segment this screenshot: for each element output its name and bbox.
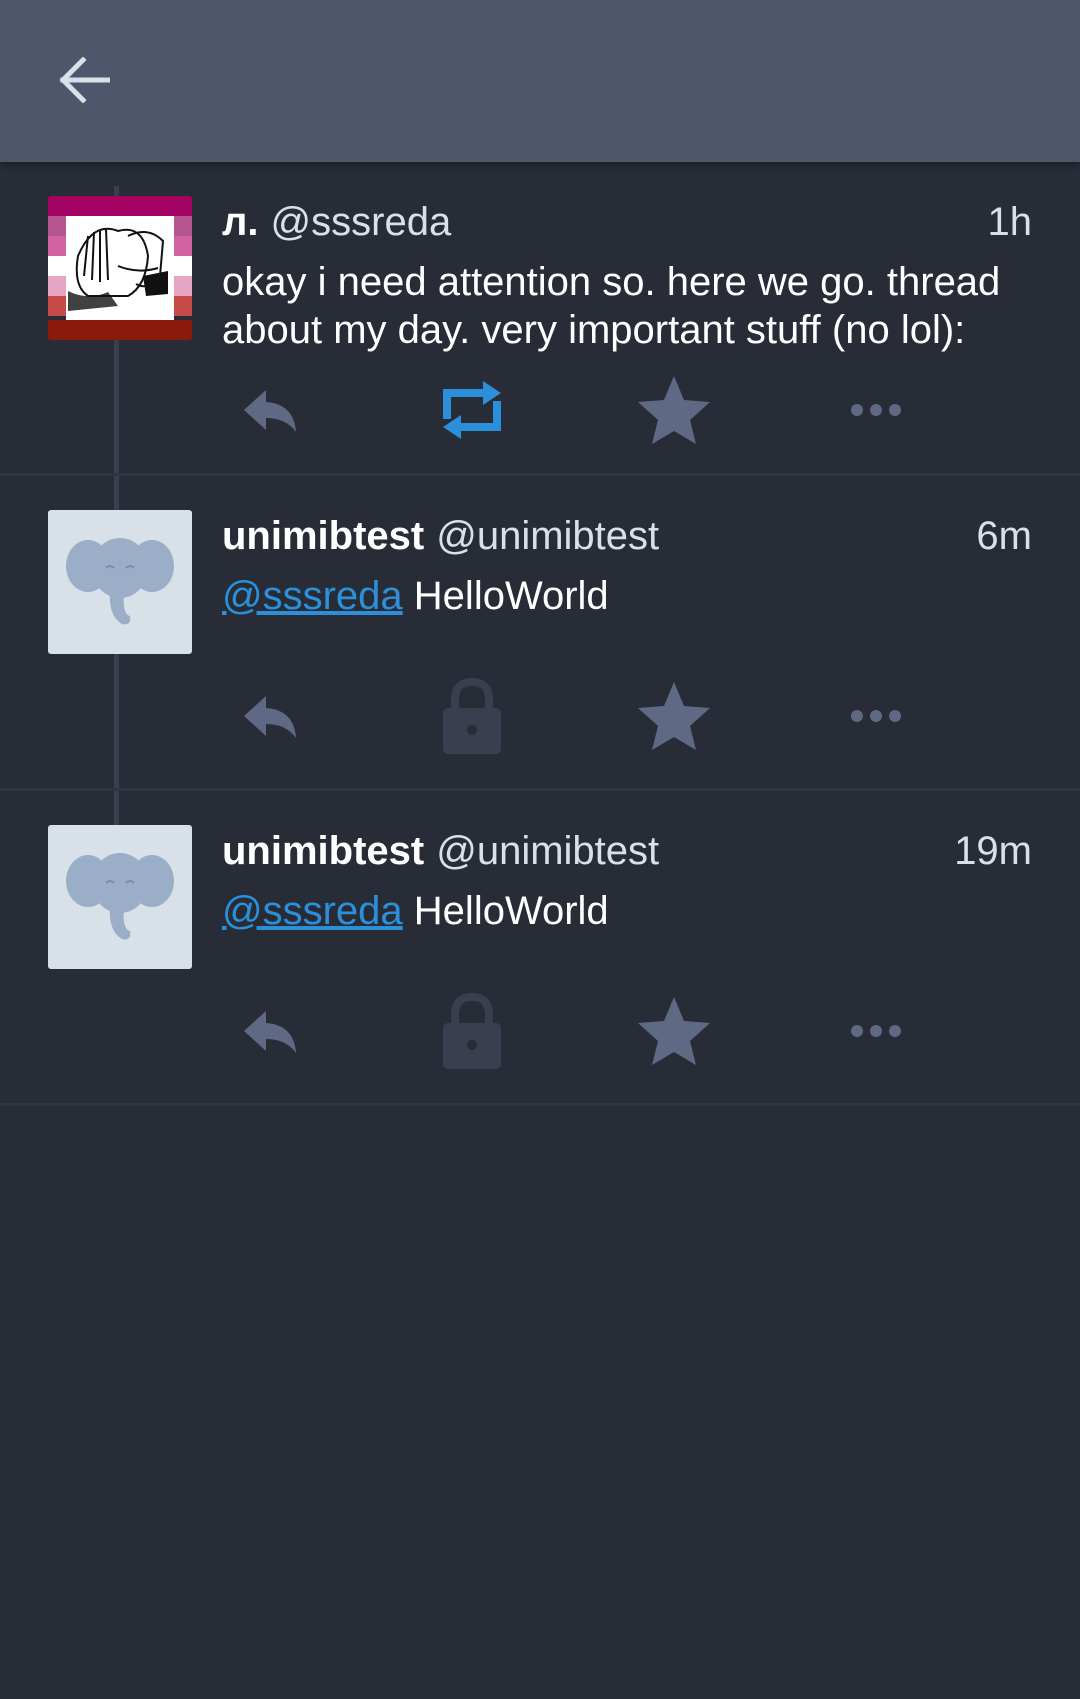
status-content: @sssreda HelloWorld: [222, 572, 1032, 620]
boost-disabled: [424, 676, 520, 756]
thread-timeline: л. @sssreda 1h okay i need attention so.…: [0, 162, 1080, 1106]
relative-time[interactable]: 19m: [954, 829, 1032, 874]
avatar[interactable]: [48, 510, 192, 654]
account-handle[interactable]: @unimibtest: [436, 829, 659, 874]
more-button[interactable]: [828, 676, 924, 756]
status-item[interactable]: л. @sssreda 1h okay i need attention so.…: [0, 162, 1080, 476]
display-name[interactable]: л.: [222, 200, 259, 245]
reply-button[interactable]: [222, 991, 318, 1071]
boost-disabled: [424, 991, 520, 1071]
status-text: HelloWorld: [413, 574, 609, 618]
status-header: unimibtest @unimibtest 6m: [222, 506, 1032, 566]
status-header: л. @sssreda 1h: [222, 192, 1032, 252]
ellipsis-icon: [851, 1025, 901, 1037]
status-footer-spacer: [0, 425, 1080, 473]
avatar[interactable]: [48, 196, 192, 340]
star-icon: [638, 682, 710, 750]
status-item[interactable]: unimibtest @unimibtest 19m @sssreda Hell…: [0, 791, 1080, 1106]
status-header: unimibtest @unimibtest 19m: [222, 821, 1032, 881]
favourite-button[interactable]: [626, 991, 722, 1071]
display-name[interactable]: unimibtest: [222, 514, 424, 559]
ellipsis-icon: [851, 710, 901, 722]
lock-icon: [443, 993, 501, 1069]
star-icon: [638, 997, 710, 1065]
account-handle[interactable]: @unimibtest: [436, 514, 659, 559]
relative-time[interactable]: 6m: [976, 514, 1032, 559]
account-handle[interactable]: @sssreda: [271, 200, 452, 245]
relative-time[interactable]: 1h: [988, 200, 1033, 245]
pride-flag-drawing-avatar: [48, 196, 192, 340]
status-item[interactable]: unimibtest @unimibtest 6m @sssreda Hello…: [0, 476, 1080, 791]
reply-button[interactable]: [222, 676, 318, 756]
ellipsis-icon: [851, 404, 901, 416]
reply-icon: [244, 1011, 296, 1053]
app-bar: [0, 0, 1080, 162]
arrow-left-icon: [59, 57, 110, 103]
elephant-avatar: [48, 825, 192, 969]
status-content: @sssreda HelloWorld: [222, 887, 1032, 935]
status-text: okay i need attention so. here we go. th…: [222, 260, 1001, 352]
avatar[interactable]: [48, 825, 192, 969]
elephant-avatar: [48, 510, 192, 654]
back-button[interactable]: [44, 40, 124, 120]
more-button[interactable]: [828, 991, 924, 1071]
lock-icon: [443, 678, 501, 754]
status-text: HelloWorld: [413, 889, 609, 933]
reply-icon: [244, 696, 296, 738]
mention-link[interactable]: @sssreda: [222, 574, 403, 618]
status-content: okay i need attention so. here we go. th…: [222, 258, 1032, 354]
display-name[interactable]: unimibtest: [222, 829, 424, 874]
mention-link[interactable]: @sssreda: [222, 889, 403, 933]
favourite-button[interactable]: [626, 676, 722, 756]
action-bar: [222, 991, 1002, 1071]
action-bar: [222, 676, 1002, 756]
